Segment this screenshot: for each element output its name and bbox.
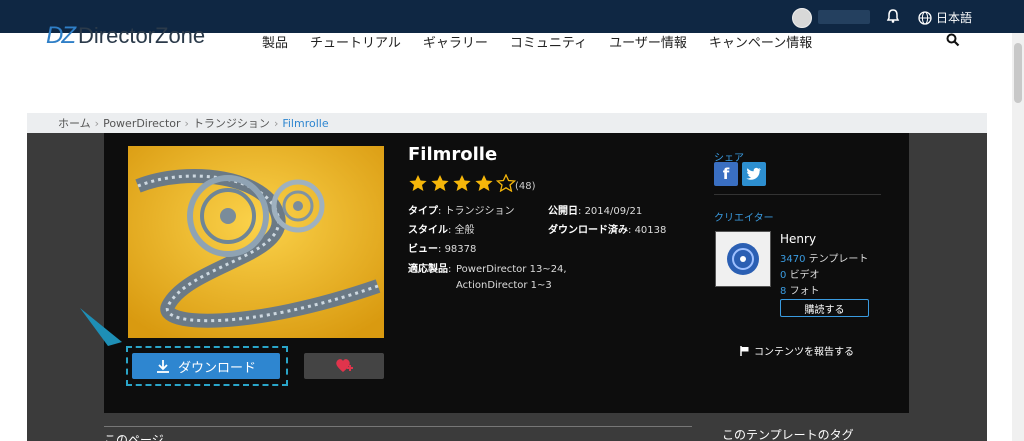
flag-icon <box>740 345 749 356</box>
creator-videos-label: ビデオ <box>789 270 820 281</box>
nav-item-campaigns[interactable]: キャンペーン情報 <box>709 32 812 51</box>
nav-item-community[interactable]: コミュニティ <box>510 32 587 51</box>
meta-downloads-value: 40138 <box>634 225 667 236</box>
meta-products-line-2: ActionDirector 1~3 <box>456 280 552 291</box>
star-filled-icon <box>431 175 449 191</box>
meta-type-label: タイプ <box>408 206 438 217</box>
creator-templates[interactable]: 3470 テンプレート <box>780 250 868 265</box>
subscribe-button[interactable]: 購読する <box>780 299 869 317</box>
template-title: Filmrolle <box>408 144 498 165</box>
language-label: 日本語 <box>936 11 973 25</box>
user-name-redacted[interactable] <box>818 10 870 24</box>
logo-text: DirectorZone <box>78 23 206 48</box>
breadcrumb-separator: › <box>184 116 189 130</box>
page-scrollbar[interactable] <box>1012 33 1024 441</box>
scrollbar-thumb[interactable] <box>1014 43 1022 103</box>
report-content-link[interactable]: コンテンツを報告する <box>740 343 854 358</box>
creator-name[interactable]: Henry <box>780 232 816 246</box>
facebook-share-button[interactable]: f <box>714 162 738 186</box>
creator-avatar-image <box>727 243 759 275</box>
film-reel-image <box>128 146 384 338</box>
language-selector[interactable]: 日本語 <box>918 9 972 26</box>
meta-products-label: 適応製品 <box>408 264 448 275</box>
logo-mark: DZ <box>46 22 76 49</box>
twitter-icon <box>746 167 761 180</box>
creator-templates-count: 3470 <box>780 254 806 265</box>
creator-photos-label: フォト <box>789 286 820 297</box>
creator-avatar[interactable] <box>715 231 771 287</box>
meta-products: 適応製品: <box>408 264 452 275</box>
meta-style: スタイル: 全般 <box>408 225 475 236</box>
rating-count: (48) <box>515 181 536 192</box>
template-tags-heading: このテンプレートのタグ <box>722 428 854 441</box>
nav-item-user-info[interactable]: ユーザー情報 <box>609 32 687 51</box>
sidebar-divider <box>714 194 881 195</box>
breadcrumb-transition[interactable]: トランジション <box>193 115 270 131</box>
star-filled-icon <box>409 175 427 191</box>
template-thumbnail <box>128 146 384 338</box>
meta-views-label: ビュー <box>408 244 438 255</box>
nav-item-gallery[interactable]: ギャラリー <box>423 32 488 51</box>
meta-products-line-1: PowerDirector 13~24, <box>456 264 567 275</box>
nav-item-tutorials[interactable]: チュートリアル <box>310 32 401 51</box>
breadcrumb-home[interactable]: ホーム <box>58 115 91 131</box>
nav-item-products[interactable]: 製品 <box>262 32 288 51</box>
breadcrumb-separator: › <box>94 116 100 130</box>
star-empty-icon <box>496 174 516 192</box>
user-avatar[interactable] <box>792 8 812 28</box>
rating-stars[interactable] <box>408 174 516 192</box>
creator-videos-count: 0 <box>780 270 787 281</box>
meta-views-value: 98378 <box>444 244 477 255</box>
breadcrumb: ホーム › PowerDirector › トランジション › Filmroll… <box>27 113 987 133</box>
creator-label: クリエイター <box>714 213 774 224</box>
add-favorite-button[interactable] <box>304 353 384 379</box>
meta-published-label: 公開日 <box>548 206 578 217</box>
this-page-section: このページ <box>104 426 692 441</box>
pointer-arrow-icon <box>80 308 122 346</box>
meta-type-value: トランジション <box>444 206 515 217</box>
globe-icon <box>918 10 932 25</box>
search-icon[interactable] <box>946 33 960 47</box>
creator-videos[interactable]: 0 ビデオ <box>780 266 820 281</box>
heart-plus-icon <box>336 359 353 372</box>
meta-style-label: スタイル <box>408 225 448 236</box>
creator-photos-count: 8 <box>780 286 787 297</box>
meta-type: タイプ: トランジション <box>408 206 515 217</box>
download-icon <box>156 360 169 373</box>
download-button[interactable]: ダウンロード <box>132 353 280 379</box>
star-filled-icon <box>453 175 471 191</box>
site-logo[interactable]: DZ DirectorZone <box>46 22 205 50</box>
twitter-share-button[interactable] <box>742 162 766 186</box>
creator-templates-label: テンプレート <box>808 254 869 265</box>
this-page-heading: このページ <box>104 433 164 441</box>
facebook-icon: f <box>722 165 730 183</box>
main-nav: 製品 チュートリアル ギャラリー コミュニティ ユーザー情報 キャンペーン情報 <box>262 32 812 51</box>
download-label: ダウンロード <box>177 360 256 376</box>
bell-icon[interactable] <box>885 8 901 24</box>
meta-downloads: ダウンロード済み: 40138 <box>548 225 667 236</box>
meta-downloads-label: ダウンロード済み <box>548 225 628 236</box>
star-filled-icon <box>475 175 493 191</box>
breadcrumb-current: Filmrolle <box>282 116 329 130</box>
meta-style-value: 全般 <box>454 225 475 236</box>
breadcrumb-separator: › <box>273 116 279 130</box>
breadcrumb-powerdirector[interactable]: PowerDirector <box>103 117 180 130</box>
meta-views: ビュー: 98378 <box>408 244 477 255</box>
meta-published-value: 2014/09/21 <box>584 206 643 217</box>
creator-photos[interactable]: 8 フォト <box>780 282 820 297</box>
report-label: コンテンツを報告する <box>754 347 854 358</box>
meta-published: 公開日: 2014/09/21 <box>548 206 643 217</box>
